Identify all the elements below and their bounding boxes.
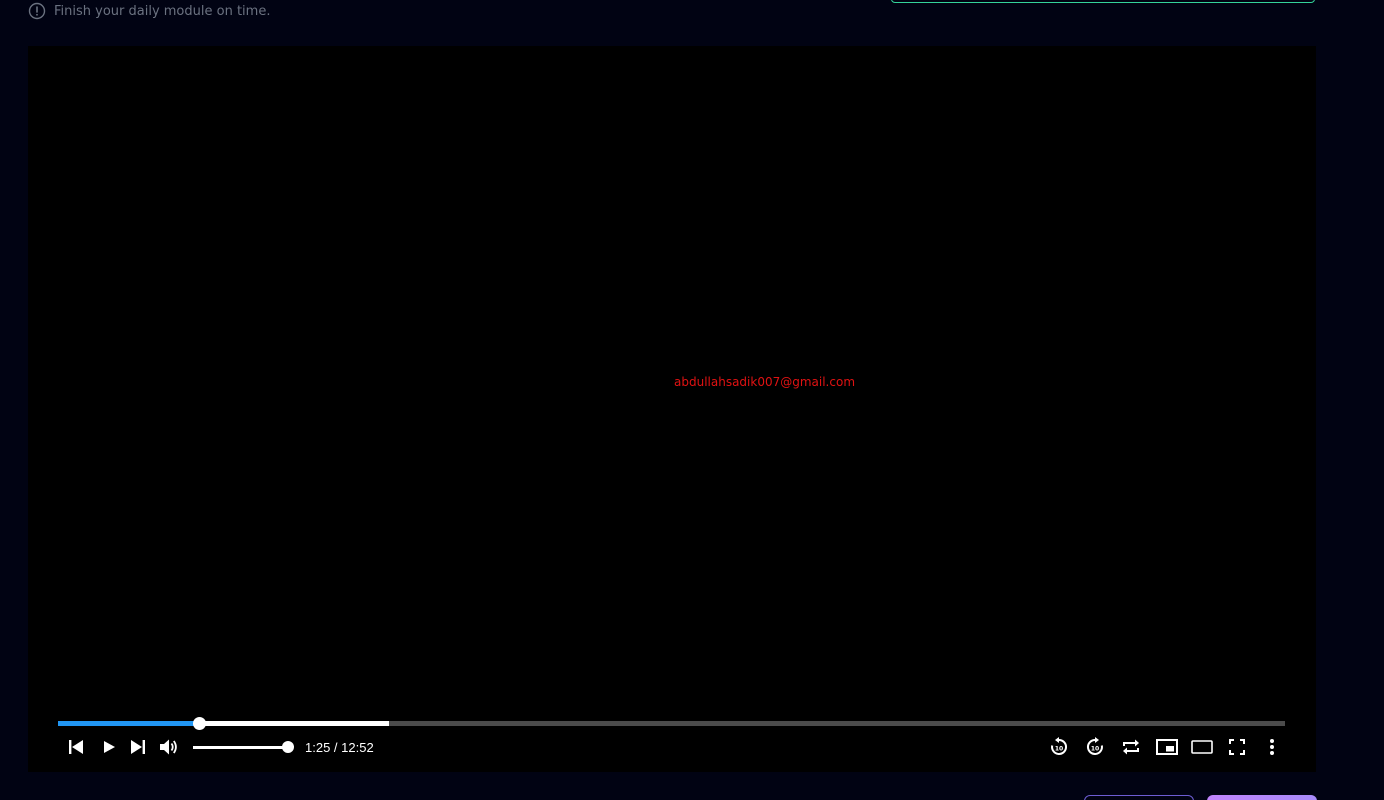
forward-10-button[interactable]: 10: [1084, 734, 1106, 760]
played-bar: [58, 721, 200, 726]
picture-in-picture-button[interactable]: [1155, 734, 1179, 760]
svg-text:10: 10: [1091, 746, 1099, 753]
primary-action-button[interactable]: [1207, 795, 1317, 800]
loop-icon: [1123, 739, 1139, 755]
volume-button[interactable]: [158, 734, 180, 760]
more-options-button[interactable]: [1263, 734, 1281, 760]
theater-mode-button[interactable]: [1190, 734, 1214, 760]
play-button[interactable]: [99, 734, 119, 760]
play-icon: [104, 741, 115, 753]
volume-icon: [160, 739, 177, 755]
deadline-notice: Finish your daily module on time.: [28, 1, 270, 21]
player-controls: 1:25 / 12:52 10 10: [28, 734, 1316, 760]
time-display: 1:25 / 12:52: [305, 739, 374, 755]
secondary-action-button[interactable]: [1084, 795, 1194, 800]
rewind-10-icon: 10: [1051, 737, 1068, 755]
notice-text: Finish your daily module on time.: [54, 3, 271, 19]
picture-in-picture-icon: [1156, 739, 1178, 755]
skip-next-button[interactable]: [128, 734, 148, 760]
rewind-10-button[interactable]: 10: [1048, 734, 1070, 760]
loop-button[interactable]: [1120, 734, 1142, 760]
page: Finish your daily module on time. abdull…: [0, 0, 1384, 800]
skip-previous-icon: [69, 740, 83, 754]
fullscreen-icon: [1229, 739, 1245, 755]
svg-text:10: 10: [1055, 746, 1063, 753]
volume-slider[interactable]: [193, 740, 294, 754]
fullscreen-button[interactable]: [1226, 734, 1248, 760]
info-circle-icon: [28, 2, 46, 20]
forward-10-icon: 10: [1086, 737, 1103, 755]
video-player[interactable]: abdullahsadik007@gmail.com 1:25 / 12:52 …: [28, 46, 1316, 772]
volume-thumb[interactable]: [282, 741, 294, 753]
more-options-icon: [1270, 739, 1274, 755]
skip-next-icon: [131, 740, 145, 754]
volume-track: [193, 746, 288, 749]
status-panel: [891, 0, 1315, 3]
seek-thumb[interactable]: [193, 717, 207, 730]
skip-previous-button[interactable]: [66, 734, 86, 760]
seek-bar[interactable]: [58, 717, 1285, 730]
theater-mode-icon: [1191, 740, 1213, 754]
watermark-text: abdullahsadik007@gmail.com: [674, 375, 856, 389]
